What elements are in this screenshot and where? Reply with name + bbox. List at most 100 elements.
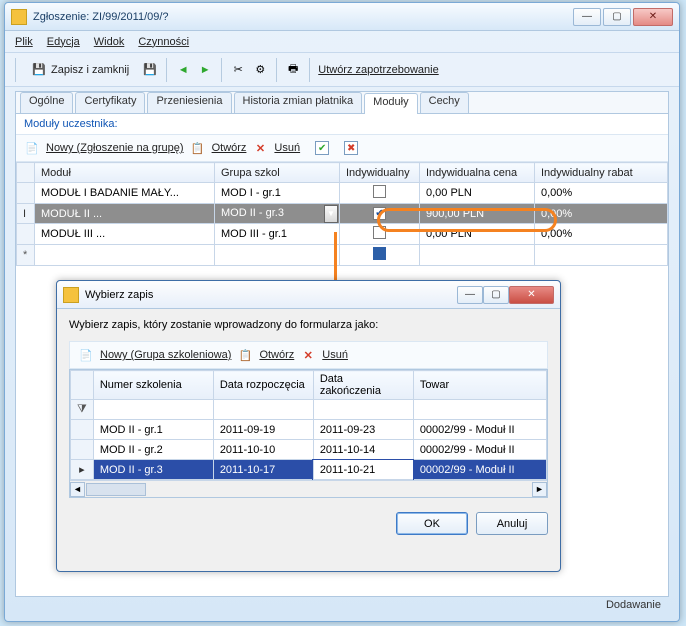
dialog-titlebar[interactable]: Wybierz zapis — ▢ ✕ [57,281,560,309]
dialog-close[interactable]: ✕ [509,286,554,304]
c-start[interactable]: 2011-10-17 [213,460,313,480]
c-towar[interactable]: 00002/99 - Moduł II [413,460,546,480]
c-num[interactable]: MOD II - gr.1 [93,420,213,440]
cell-ind[interactable]: ✔ [340,204,420,224]
cell-price[interactable]: 0,00 PLN [420,183,535,204]
checkbox[interactable] [373,226,386,239]
dlg-filter-row[interactable]: ⧩ [71,400,547,420]
cell-grupa[interactable]: MOD II - gr.3▼ [215,204,340,224]
checkbox[interactable] [373,185,386,198]
check-on-icon[interactable]: ✔ [315,141,329,155]
checkbox-checked[interactable]: ✔ [373,207,386,220]
filter-start[interactable] [213,400,313,420]
menu-actions[interactable]: Czynności [138,36,189,48]
forward-icon[interactable]: ► [197,62,213,78]
cell-rabat[interactable] [535,245,668,266]
cell-ind[interactable] [340,183,420,204]
table-row[interactable]: MODUŁ I BADANIE MAŁY... MOD I - gr.1 0,0… [17,183,668,204]
dlg-hdr-towar[interactable]: Towar [413,371,546,400]
c-num[interactable]: MOD II - gr.2 [93,440,213,460]
menu-view[interactable]: Widok [94,36,125,48]
tab-certyfikaty[interactable]: Certyfikaty [75,92,145,113]
new-group-link[interactable]: Nowy (Zgłoszenie na grupę) [46,142,184,154]
scroll-right-icon[interactable]: ► [532,482,547,497]
table-row[interactable]: MODUŁ III ... MOD III - gr.1 0,00 PLN 0,… [17,224,668,245]
save-close-button[interactable]: 💾 Zapisz i zamknij [24,58,136,82]
tab-przeniesienia[interactable]: Przeniesienia [147,92,231,113]
modules-grid[interactable]: Moduł Grupa szkol Indywidualny Indywidua… [16,162,668,266]
dlg-new-link[interactable]: Nowy (Grupa szkoleniowa) [100,349,231,361]
tab-moduly[interactable]: Moduły [364,93,417,114]
maximize-button[interactable]: ▢ [603,8,631,26]
dlg-hdr-end[interactable]: Data zakończenia [313,371,413,400]
tools-icon[interactable]: ✂ [230,62,246,78]
filter-num[interactable] [93,400,213,420]
cell-modul[interactable]: MODUŁ III ... [35,224,215,245]
cell-ind[interactable] [340,224,420,245]
titlebar[interactable]: Zgłoszenie: ZI/99/2011/09/? — ▢ ✕ [5,3,679,31]
close-button[interactable]: ✕ [633,8,673,26]
list-item-selected[interactable]: ▸ MOD II - gr.3 2011-10-17 2011-10-21 00… [71,460,547,480]
dialog-grid[interactable]: Numer szkolenia Data rozpoczęcia Data za… [70,370,547,480]
print-icon[interactable]: 🖶 [285,62,301,78]
checkbox-solid[interactable] [373,247,386,260]
dropdown-icon[interactable]: ▼ [324,205,338,223]
list-item[interactable]: MOD II - gr.1 2011-09-19 2011-09-23 0000… [71,420,547,440]
dialog-hscrollbar[interactable]: ◄ ► [70,480,547,497]
cell-ind[interactable] [340,245,420,266]
cell-grupa[interactable]: MOD III - gr.1 [215,224,340,245]
cell-rabat[interactable]: 0,00% [535,183,668,204]
scroll-thumb[interactable] [86,483,146,496]
cell-price[interactable] [420,245,535,266]
dlg-open-link[interactable]: Otwórz [259,349,294,361]
ok-button[interactable]: OK [396,512,468,535]
create-request-link[interactable]: Utwórz zapotrzebowanie [318,64,438,76]
menu-edit[interactable]: Edycja [47,36,80,48]
c-towar[interactable]: 00002/99 - Moduł II [413,440,546,460]
cell-modul[interactable]: MODUŁ II ... [35,204,215,224]
open-link[interactable]: Otwórz [212,142,247,154]
c-start[interactable]: 2011-09-19 [213,420,313,440]
cell-grupa[interactable] [215,245,340,266]
cell-price[interactable]: 900,00 PLN [420,204,535,224]
tab-cechy[interactable]: Cechy [420,92,469,113]
c-num[interactable]: MOD II - gr.3 [93,460,213,480]
dlg-hdr-start[interactable]: Data rozpoczęcia [213,371,313,400]
cell-modul[interactable] [35,245,215,266]
c-end[interactable]: 2011-10-14 [313,440,413,460]
list-item[interactable]: MOD II - gr.2 2011-10-10 2011-10-14 0000… [71,440,547,460]
dlg-hdr-num[interactable]: Numer szkolenia [93,371,213,400]
dialog-maximize[interactable]: ▢ [483,286,509,304]
table-row-new[interactable]: * [17,245,668,266]
filter-towar[interactable] [413,400,546,420]
cancel-button[interactable]: Anuluj [476,512,548,535]
hdr-cena[interactable]: Indywidualna cena [420,163,535,183]
menu-file[interactable]: Plik [15,36,33,48]
c-towar[interactable]: 00002/99 - Moduł II [413,420,546,440]
cell-price[interactable]: 0,00 PLN [420,224,535,245]
minimize-button[interactable]: — [573,8,601,26]
tab-ogolne[interactable]: Ogólne [20,92,73,113]
save-icon-2[interactable]: 💾 [142,62,158,78]
dlg-delete-link[interactable]: Usuń [322,349,348,361]
dialog-minimize[interactable]: — [457,286,483,304]
check-off-icon[interactable]: ✖ [344,141,358,155]
filter-end[interactable] [313,400,413,420]
cell-rabat[interactable]: 0,00% [535,204,668,224]
delete-link[interactable]: Usuń [274,142,300,154]
hdr-grupa[interactable]: Grupa szkol [215,163,340,183]
hdr-modul[interactable]: Moduł [35,163,215,183]
tab-historia[interactable]: Historia zmian płatnika [234,92,363,113]
table-row-selected[interactable]: I MODUŁ II ... MOD II - gr.3▼ ✔ 900,00 P… [17,204,668,224]
cell-modul[interactable]: MODUŁ I BADANIE MAŁY... [35,183,215,204]
cell-rabat[interactable]: 0,00% [535,224,668,245]
hdr-rabat[interactable]: Indywidualny rabat [535,163,668,183]
c-start[interactable]: 2011-10-10 [213,440,313,460]
hdr-ind[interactable]: Indywidualny [340,163,420,183]
c-end[interactable]: 2011-09-23 [313,420,413,440]
gear-icon[interactable]: ⚙ [252,62,268,78]
back-icon[interactable]: ◄ [175,62,191,78]
c-end[interactable]: 2011-10-21 [313,460,413,480]
cell-grupa[interactable]: MOD I - gr.1 [215,183,340,204]
scroll-left-icon[interactable]: ◄ [70,482,85,497]
